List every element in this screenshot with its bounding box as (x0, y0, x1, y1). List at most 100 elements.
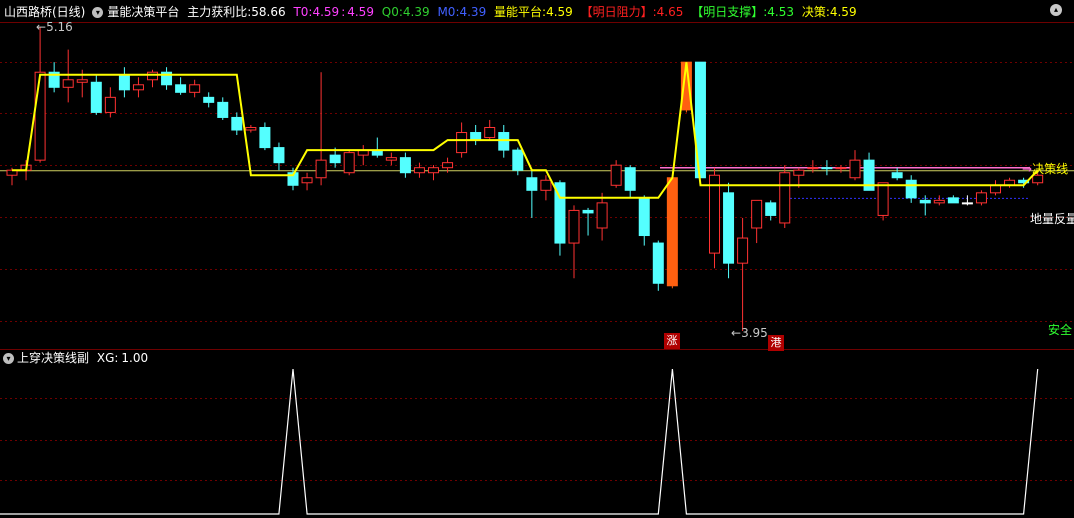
candle-body-52 (737, 237, 749, 264)
expand-chevron-icon[interactable]: ▴ (1050, 4, 1062, 16)
t0-value: 4.59 (312, 5, 340, 19)
candle-body-45 (638, 197, 650, 237)
xg-series-line (0, 368, 1039, 515)
candle-body-34 (484, 126, 496, 139)
candle-body-35 (498, 132, 510, 151)
candle-body-33 (470, 132, 482, 141)
candle-body-46 (652, 242, 664, 284)
candle-body-43 (610, 164, 622, 186)
candle-body-4 (62, 79, 74, 88)
resistance-label: 【明日阻力】: (580, 5, 657, 19)
candle-body-65 (919, 199, 931, 204)
candle-body-68 (961, 202, 973, 205)
indicator-menu-icon[interactable]: ▾ (92, 7, 104, 18)
candle-body-59 (835, 167, 847, 170)
t0-value2: 4.59 (347, 5, 374, 19)
t0-label: T0: (293, 5, 313, 19)
candle-body-19 (273, 147, 285, 164)
q0-value: 4.39 (402, 5, 430, 19)
m0-label: M0: (437, 5, 460, 19)
candle-body-16 (231, 116, 243, 131)
high-price-value: 5.16 (46, 20, 73, 34)
platform-label: 量能平台: (494, 5, 547, 19)
candle-body-37 (526, 177, 538, 191)
candle-body-10 (147, 71, 158, 81)
sub-indicator-menu-icon[interactable]: ▾ (3, 353, 14, 364)
candle-body-17 (245, 126, 257, 131)
sub-indicator-name: 上穿决策线副 (17, 351, 90, 365)
main-force-label: 主力获利比: (187, 5, 252, 19)
candle-body-54 (765, 202, 777, 216)
candle-body-14 (203, 96, 215, 103)
candle-body-64 (905, 179, 917, 199)
m0-value: 4.39 (459, 5, 487, 19)
platform-value: 4.59 (546, 5, 573, 19)
main-header: 山西路桥(日线) ▾ 量能决策平台 主力获利比:58.66 T0:4.59:4.59… (0, 2, 1074, 22)
candle-body-9 (132, 84, 144, 91)
candle-body-5 (76, 79, 88, 83)
candle-body-51 (723, 192, 735, 264)
main-force-value: 58.66 (251, 5, 286, 19)
candle-body-13 (189, 84, 201, 93)
candle-body-32 (456, 132, 468, 154)
candle-body-50 (709, 174, 720, 254)
candle-body-42 (596, 202, 608, 229)
indicator-name: 量能决策平台 (107, 5, 180, 19)
low-price-value: 3.95 (741, 326, 768, 340)
decision-value: 4.59 (829, 5, 857, 19)
candle-body-8 (118, 74, 130, 91)
signal-up-badge: 涨 (664, 333, 680, 349)
candle-body-47 (666, 177, 678, 287)
candle-body-70 (990, 184, 1001, 194)
candle-body-60 (849, 159, 861, 179)
candle-body-69 (975, 192, 987, 204)
candle-body-6 (90, 81, 102, 113)
ground-volume-label: 地量反量 (1030, 212, 1074, 226)
candle-body-41 (582, 209, 594, 214)
safe-label: 安全 (1048, 323, 1073, 337)
stock-name: 山西路桥(日线) (4, 5, 86, 19)
candle-body-23 (329, 154, 341, 164)
candle-body-21 (301, 177, 313, 184)
candle-body-12 (175, 84, 187, 93)
candle-body-63 (891, 172, 903, 179)
resistance-value: 4.65 (656, 5, 684, 19)
decision-label: 决策: (801, 5, 830, 19)
candle-body-62 (877, 182, 889, 216)
candle-body-57 (807, 167, 819, 170)
candle-body-55 (779, 172, 791, 224)
candlestick-series (6, 27, 1044, 331)
candle-body-22 (315, 159, 327, 179)
candle-body-30 (428, 167, 439, 174)
candle-body-66 (933, 199, 945, 204)
sub-header: ▾ 上穿决策线副 XG: 1.00 (0, 349, 600, 367)
candle-body-24 (343, 152, 355, 174)
chart-stage (0, 22, 1074, 515)
signal-port-badge: 港 (768, 335, 784, 351)
t0-sep: : (341, 5, 346, 19)
grid-lines (0, 22, 1074, 481)
candle-body-28 (399, 157, 411, 174)
decision-line-label: →决策线 (1022, 162, 1069, 176)
candle-body-18 (259, 126, 271, 149)
q0-label: Q0: (381, 5, 403, 19)
support-label: 【明日支撑】: (691, 5, 768, 19)
candle-body-36 (512, 149, 524, 171)
high-price-label: ←5.16 (36, 20, 73, 34)
candle-body-53 (751, 199, 763, 229)
candle-body-15 (217, 101, 229, 118)
candle-body-73 (1032, 174, 1044, 184)
candle-body-27 (385, 157, 397, 161)
candle-body-29 (413, 167, 425, 174)
candle-body-40 (568, 209, 580, 244)
candle-body-67 (947, 197, 959, 204)
candle-body-7 (104, 96, 116, 113)
candle-body-58 (821, 167, 833, 170)
candle-body-31 (442, 162, 454, 169)
low-price-label: ←3.95 (731, 326, 768, 340)
xg-label: XG: (96, 351, 119, 365)
support-value: 4.53 (767, 5, 794, 19)
candle-body-2 (34, 71, 46, 161)
candle-body-38 (540, 179, 552, 191)
xg-value: 1.00 (121, 351, 149, 365)
